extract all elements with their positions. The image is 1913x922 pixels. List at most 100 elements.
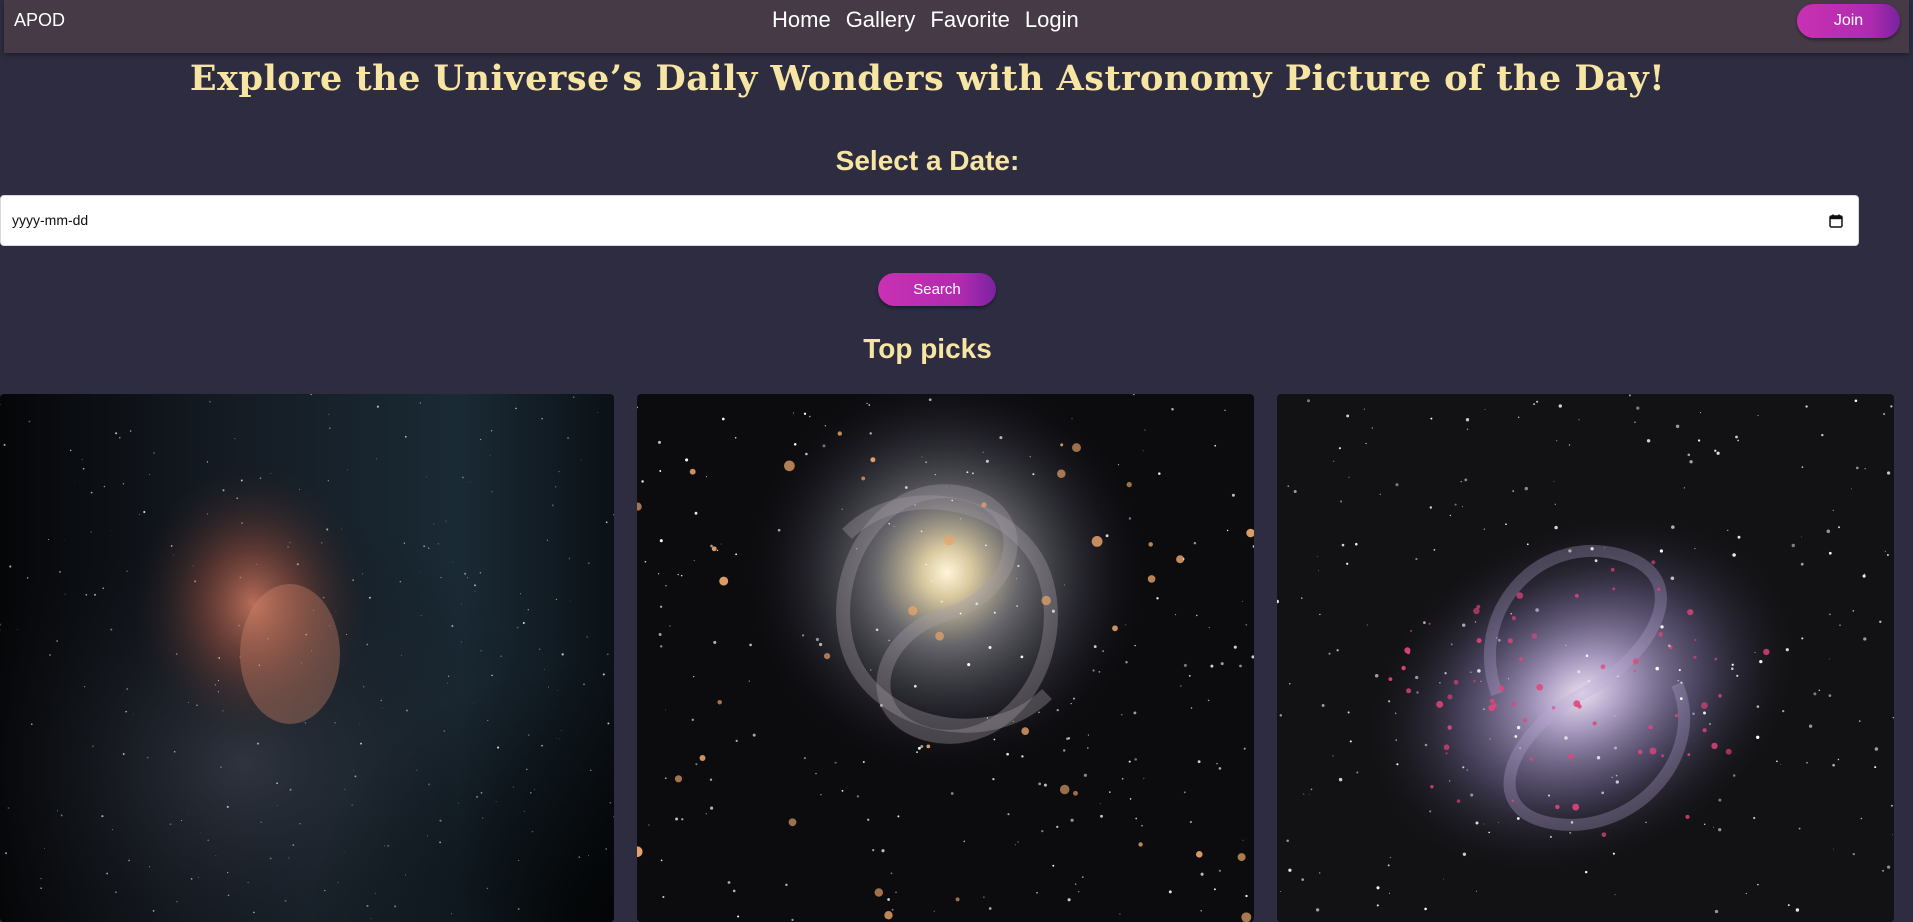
- star: [222, 710, 224, 712]
- star: [1119, 913, 1121, 915]
- star: [376, 405, 379, 408]
- star: [1056, 708, 1059, 712]
- star: [555, 486, 557, 488]
- star: [1617, 675, 1619, 678]
- star: [1189, 820, 1193, 824]
- star: [176, 900, 178, 903]
- star: [1800, 562, 1804, 566]
- star: [84, 686, 86, 688]
- star: [1507, 638, 1513, 644]
- star: [1174, 614, 1177, 616]
- nav-link-login[interactable]: Login: [1025, 7, 1079, 33]
- nav-link-gallery[interactable]: Gallery: [846, 7, 916, 33]
- star: [1570, 821, 1574, 824]
- join-button[interactable]: Join: [1797, 4, 1900, 38]
- star: [1892, 716, 1894, 719]
- star: [400, 654, 402, 656]
- star: [222, 489, 225, 492]
- top-pick-card-2[interactable]: [637, 394, 1254, 922]
- star: [1317, 570, 1319, 572]
- star: [1759, 659, 1763, 664]
- star: [1839, 624, 1841, 626]
- star: [1883, 413, 1886, 415]
- star: [474, 584, 476, 587]
- search-button[interactable]: Search: [878, 273, 996, 306]
- nav-link-home[interactable]: Home: [772, 7, 831, 33]
- star: [1216, 762, 1218, 765]
- star: [1874, 747, 1879, 751]
- star: [487, 719, 489, 721]
- star: [404, 874, 407, 876]
- star: [1433, 549, 1436, 551]
- star: [1462, 766, 1465, 769]
- star: [1711, 742, 1718, 750]
- star: [1648, 725, 1653, 730]
- star: [1683, 487, 1685, 489]
- star: [1416, 691, 1419, 694]
- star: [993, 738, 996, 741]
- star: [1718, 798, 1722, 802]
- star: [612, 514, 614, 516]
- star: [464, 572, 467, 575]
- star: [1674, 714, 1679, 718]
- star: [985, 459, 989, 463]
- calendar-icon[interactable]: [1829, 214, 1843, 228]
- star: [190, 878, 193, 880]
- star: [1128, 517, 1132, 520]
- star: [1787, 904, 1790, 907]
- star: [1854, 399, 1858, 403]
- star: [1732, 774, 1736, 777]
- star: [1524, 486, 1528, 491]
- star: [1444, 672, 1447, 675]
- star: [1511, 799, 1514, 802]
- star: [1067, 737, 1071, 740]
- star: [1671, 525, 1675, 529]
- star: [999, 436, 1003, 440]
- top-pick-card-1[interactable]: [0, 394, 614, 922]
- star: [1218, 767, 1222, 770]
- star: [1038, 711, 1040, 714]
- star: [474, 590, 476, 592]
- star: [1063, 584, 1065, 586]
- star: [301, 662, 302, 664]
- star: [1828, 551, 1832, 555]
- star: [1242, 839, 1244, 841]
- star: [1242, 600, 1244, 602]
- star: [1070, 818, 1074, 822]
- star: [735, 739, 738, 743]
- star: [1224, 409, 1226, 412]
- star: [419, 571, 421, 573]
- star: [556, 738, 558, 739]
- date-input[interactable]: yyyy-mm-dd: [0, 195, 1859, 246]
- star: [993, 611, 996, 614]
- star: [1535, 608, 1539, 612]
- star: [491, 491, 493, 493]
- star: [674, 775, 683, 783]
- star: [352, 579, 354, 581]
- star: [874, 888, 884, 897]
- star: [253, 911, 255, 914]
- star: [1462, 852, 1467, 856]
- star: [289, 542, 291, 544]
- star: [126, 570, 128, 572]
- star: [1832, 763, 1835, 767]
- star: [196, 704, 198, 706]
- star: [111, 829, 113, 831]
- star: [659, 539, 663, 543]
- brand-logo[interactable]: APOD: [14, 10, 65, 31]
- star: [1316, 556, 1318, 557]
- nav-link-favorite[interactable]: Favorite: [930, 7, 1009, 33]
- star: [986, 717, 989, 719]
- top-pick-card-3[interactable]: [1277, 394, 1894, 922]
- star: [500, 655, 502, 657]
- star: [1349, 740, 1352, 743]
- star: [1573, 700, 1581, 708]
- star: [259, 477, 262, 480]
- star: [1406, 650, 1411, 655]
- star: [1568, 444, 1571, 446]
- star: [1365, 442, 1367, 445]
- star: [669, 625, 671, 627]
- star: [841, 508, 843, 511]
- star: [399, 581, 401, 583]
- star: [784, 460, 795, 472]
